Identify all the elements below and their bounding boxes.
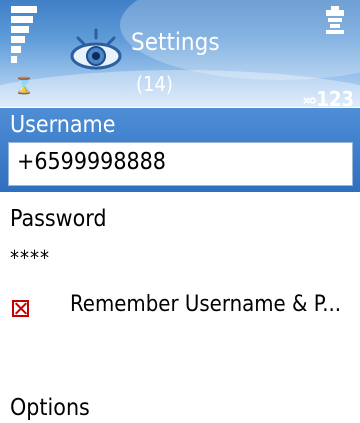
username-value: +6599998888 <box>17 149 166 175</box>
page-title: Settings <box>131 28 220 56</box>
remember-checkbox[interactable] <box>12 300 29 317</box>
username-label: Username <box>10 112 116 138</box>
status-title-bar: ⌛ Settings (14) ࿎123 <box>0 0 360 107</box>
password-label: Password <box>10 206 107 232</box>
input-mode-indicator: ࿎123 <box>303 87 354 107</box>
remember-label[interactable]: Remember Username & P... <box>70 292 341 317</box>
password-field[interactable]: **** <box>10 246 50 270</box>
eye-settings-icon <box>70 28 122 70</box>
options-softkey[interactable]: Options <box>10 395 90 421</box>
page-subtitle-count: (14) <box>136 72 173 96</box>
signal-strength-icon <box>11 6 37 68</box>
username-field[interactable]: +6599998888 <box>8 142 353 186</box>
hourglass-icon: ⌛ <box>14 76 34 95</box>
battery-icon <box>326 6 344 34</box>
